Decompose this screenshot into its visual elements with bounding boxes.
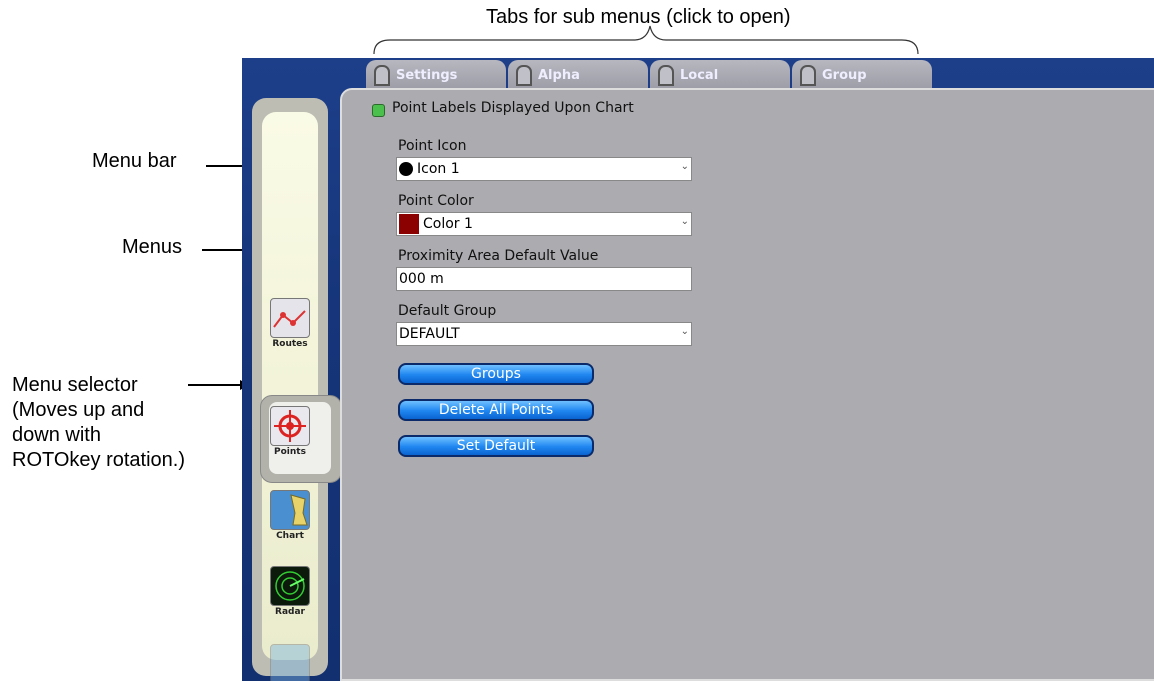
point-color-label: Point Color [398,193,474,209]
default-group-select[interactable]: DEFAULT ⌄ [396,322,692,346]
labels-toggle-checkbox[interactable] [372,104,385,117]
tab-alpha[interactable]: Alpha [508,60,648,90]
tab-settings[interactable]: Settings [366,60,506,90]
labels-toggle-label[interactable]: Point Labels Displayed Upon Chart [392,100,634,116]
tab-knob-icon [374,64,390,86]
menu-item-label: Chart [276,531,304,541]
selector-callout: Menu selector (Moves up and down with RO… [12,373,185,473]
default-group-label: Default Group [398,303,497,319]
point-color-select[interactable]: Color 1 ⌄ [396,212,692,236]
tab-knob-icon [516,64,532,86]
menu-bar: Routes Points Chart Radar [252,98,342,681]
tab-label: Settings [396,67,458,83]
menu-item-faded[interactable] [268,644,312,681]
menu-item-label: Points [274,447,306,457]
set-default-button[interactable]: Set Default [398,435,594,457]
default-group-value: DEFAULT [399,326,460,342]
selector-callout-line-4: ROTOkey rotation.) [12,449,186,471]
menu-item-radar[interactable]: Radar [268,566,312,617]
selector-callout-line-1: Menu selector [12,374,138,396]
tab-label: Group [822,67,867,83]
tab-label: Alpha [538,67,580,83]
menu-item-routes[interactable]: Routes [268,298,312,349]
point-color-value: Color 1 [423,216,473,232]
point-icon-value: Icon 1 [417,161,460,177]
proximity-input[interactable]: 000 m [396,267,692,291]
chevron-down-icon: ⌄ [680,216,689,227]
color-swatch-icon [399,214,419,234]
menu-item-label: Routes [272,339,308,349]
groups-button[interactable]: Groups [398,363,594,385]
point-icon-select[interactable]: Icon 1 ⌄ [396,157,692,181]
menu-item-chart[interactable]: Chart [268,490,312,541]
menu-bar-callout: Menu bar [92,150,177,172]
tab-knob-icon [658,64,674,86]
next-menu-icon [270,644,310,681]
menus-callout: Menus [122,236,183,258]
tab-group[interactable]: Group [792,60,932,90]
routes-icon [270,298,310,338]
proximity-label: Proximity Area Default Value [398,248,599,264]
chevron-down-icon: ⌄ [680,326,689,337]
menu-item-label: Radar [275,607,305,617]
radar-icon [270,566,310,606]
chart-icon [270,490,310,530]
device-screen: Settings Alpha Local Group Routes Points… [242,58,1154,681]
points-icon [270,406,310,446]
selector-callout-line-3: down with [12,424,101,446]
proximity-value: 000 m [399,271,444,287]
menu-item-points[interactable]: Points [268,406,312,457]
tab-knob-icon [800,64,816,86]
delete-all-points-button[interactable]: Delete All Points [398,399,594,421]
tab-label: Local [680,67,719,83]
point-icon-label: Point Icon [398,138,467,154]
tabs-brace [373,25,919,55]
selector-callout-line-2: (Moves up and [12,399,145,421]
tab-local[interactable]: Local [650,60,790,90]
points-settings-panel: Point Labels Displayed Upon Chart Point … [340,88,1154,681]
chevron-down-icon: ⌄ [680,161,689,172]
circle-icon [399,162,413,176]
